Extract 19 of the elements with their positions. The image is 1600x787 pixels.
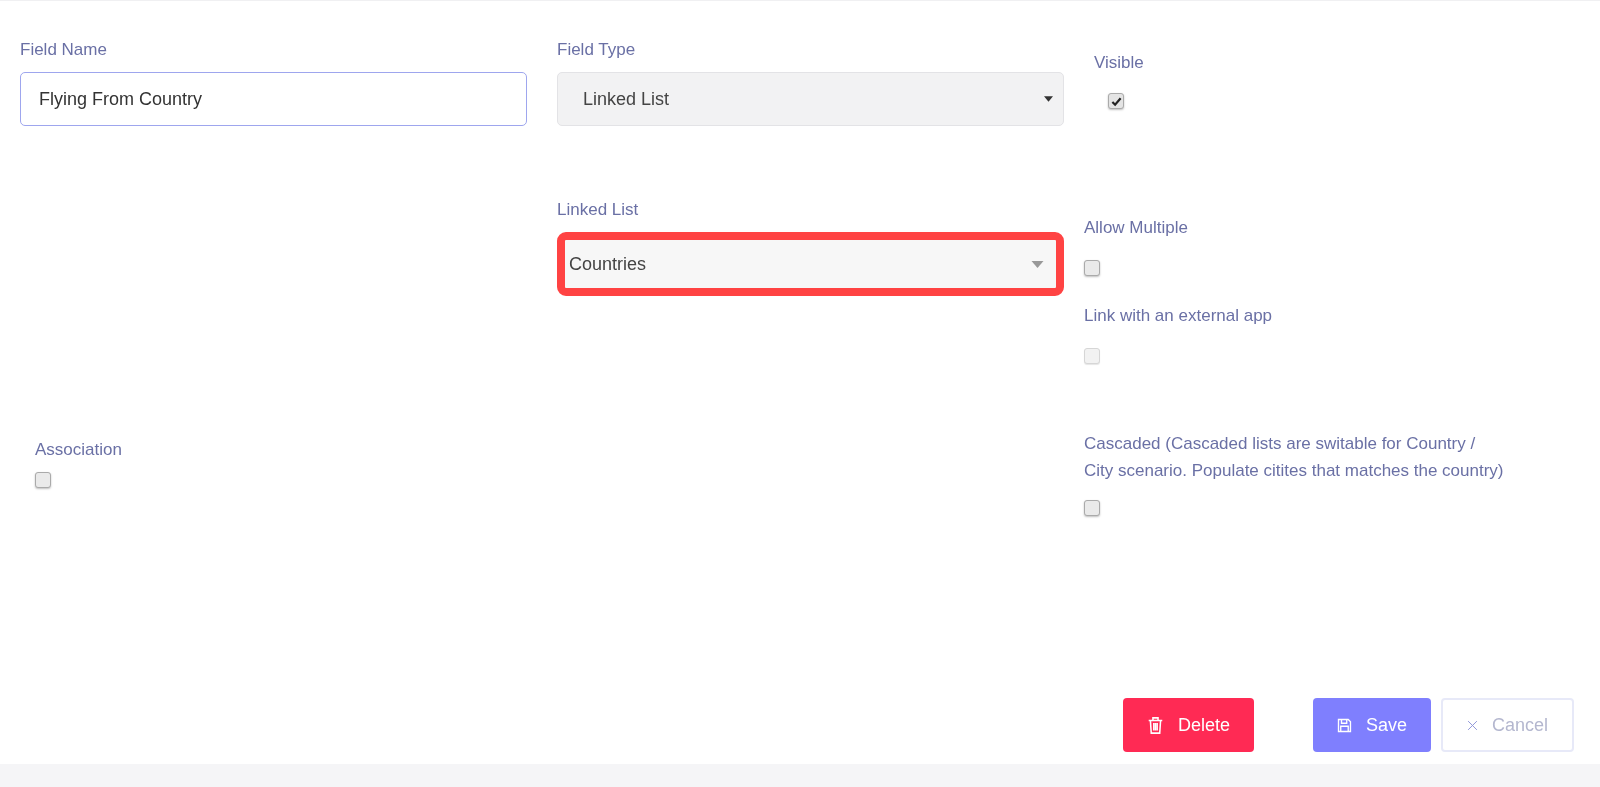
field-name-input[interactable]: Flying From Country <box>20 72 527 126</box>
cascaded-checkbox[interactable] <box>1084 500 1100 516</box>
allow-multiple-checkbox[interactable] <box>1084 260 1100 276</box>
field-label: Allow Multiple <box>1084 218 1188 238</box>
field-label: Field Type <box>557 40 636 60</box>
caret-icon <box>1044 96 1053 102</box>
field-label: Association <box>35 440 122 460</box>
field-label: Visible <box>1094 53 1144 73</box>
field-label: Field Name <box>20 40 107 60</box>
list-select[interactable]: Countries <box>557 232 1064 296</box>
visible-checkbox[interactable] <box>1108 93 1124 109</box>
delete-button[interactable]: Delete <box>1123 698 1254 752</box>
field-type-select[interactable]: Linked List <box>557 72 1064 126</box>
field-label: Link with an external app <box>1084 306 1273 326</box>
field-label: Cascaded (Cascaded lists are switable for Country / City scenario. Populate citites that matches the country) <box>1084 433 1505 482</box>
trash-icon <box>1147 714 1164 736</box>
association-checkbox[interactable] <box>35 472 51 488</box>
field-label: Linked List <box>557 200 639 220</box>
caret-icon <box>1031 260 1044 268</box>
